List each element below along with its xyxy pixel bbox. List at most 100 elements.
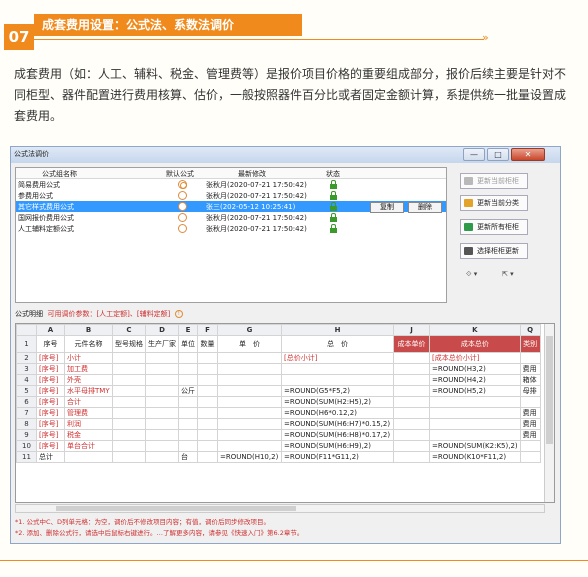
- table-cell[interactable]: 公斤: [178, 385, 198, 397]
- table-cell[interactable]: [197, 352, 218, 364]
- table-cell[interactable]: [112, 418, 146, 430]
- select-cabinet-update-button[interactable]: 选择柜柜更新: [460, 243, 528, 259]
- table-cell[interactable]: [429, 396, 521, 408]
- table-cell[interactable]: [序号]: [36, 396, 65, 408]
- table-cell[interactable]: [197, 451, 218, 463]
- header-cell[interactable]: 类别: [519, 335, 541, 353]
- table-cell[interactable]: =ROUND(H10,2): [217, 451, 282, 463]
- header-cell[interactable]: 生产厂家: [145, 335, 179, 353]
- formula-grid[interactable]: A B C D E F G H J K Q 1 序号 元件名称 型号规格 生产厂家 单位 数量单 价总 价成本单价…: [16, 324, 541, 463]
- table-cell[interactable]: [429, 407, 521, 419]
- table-cell[interactable]: [217, 440, 282, 452]
- table-cell[interactable]: [145, 418, 179, 430]
- table-cell[interactable]: [145, 451, 179, 463]
- header-cell[interactable]: 总 价: [281, 335, 394, 353]
- table-cell[interactable]: [197, 385, 218, 397]
- header-cell[interactable]: 成本单价: [393, 335, 430, 353]
- header-cell[interactable]: 单位: [178, 335, 198, 353]
- column-letter[interactable]: F: [197, 324, 218, 336]
- table-cell[interactable]: 母排: [519, 385, 541, 397]
- column-letter[interactable]: Q: [519, 324, 541, 336]
- table-cell[interactable]: [217, 352, 282, 364]
- table-cell[interactable]: =ROUND(SUM(K2:K5),2): [429, 440, 521, 452]
- table-cell[interactable]: [217, 429, 282, 441]
- table-cell[interactable]: [393, 418, 430, 430]
- table-cell[interactable]: [序号]: [36, 385, 65, 397]
- table-cell[interactable]: =ROUND(G5*F5,2): [281, 385, 394, 397]
- row-number[interactable]: 9: [16, 429, 37, 441]
- table-cell[interactable]: [178, 396, 198, 408]
- table-cell[interactable]: [393, 429, 430, 441]
- table-cell[interactable]: [197, 396, 218, 408]
- column-letter[interactable]: [16, 324, 37, 336]
- table-cell[interactable]: =ROUND(K10*F11,2): [429, 451, 521, 463]
- table-cell[interactable]: =ROUND(H6*0.12,2): [281, 407, 394, 419]
- column-letter[interactable]: E: [178, 324, 198, 336]
- table-cell[interactable]: =ROUND(SUM(H6:H9),2): [281, 440, 394, 452]
- table-cell[interactable]: [429, 418, 521, 430]
- table-cell[interactable]: [178, 363, 198, 375]
- table-cell[interactable]: 单台合计: [64, 440, 113, 452]
- row-number[interactable]: 2: [16, 352, 37, 364]
- table-cell[interactable]: 管理费: [64, 407, 113, 419]
- default-radio[interactable]: [178, 191, 187, 200]
- default-radio[interactable]: [178, 224, 187, 233]
- table-cell[interactable]: [197, 363, 218, 375]
- default-radio[interactable]: [178, 180, 187, 189]
- import-dropdown-button[interactable]: ⟐ ▾: [463, 267, 489, 281]
- list-item[interactable]: 参费用公式 张秋月(2020-07-21 17:50:42): [16, 190, 446, 201]
- default-radio[interactable]: [178, 202, 187, 211]
- header-cell[interactable]: 元件名称: [64, 335, 113, 353]
- row-number[interactable]: 1: [16, 335, 37, 353]
- list-item[interactable]: 简易费用公式 张秋月(2020-07-21 17:50:42): [16, 179, 446, 190]
- table-cell[interactable]: [成本总价小计]: [429, 352, 521, 364]
- table-cell[interactable]: [519, 352, 541, 364]
- list-item[interactable]: 人工辅料定额公式 张秋月(2020-07-21 17:50:42): [16, 223, 446, 234]
- close-button[interactable]: ✕: [511, 148, 545, 161]
- table-cell[interactable]: [393, 374, 430, 386]
- minimize-button[interactable]: —: [463, 148, 485, 161]
- column-letter[interactable]: J: [393, 324, 430, 336]
- table-cell[interactable]: [429, 429, 521, 441]
- column-letter[interactable]: H: [281, 324, 394, 336]
- column-letter[interactable]: A: [36, 324, 65, 336]
- update-current-category-button[interactable]: 更新当前分类: [460, 195, 528, 211]
- table-cell[interactable]: 税金: [64, 429, 113, 441]
- table-cell[interactable]: [197, 440, 218, 452]
- table-cell[interactable]: 台: [178, 451, 198, 463]
- table-cell[interactable]: [217, 363, 282, 375]
- table-cell[interactable]: [112, 374, 146, 386]
- export-dropdown-button[interactable]: ⇱ ▾: [499, 267, 525, 281]
- table-cell[interactable]: [197, 374, 218, 386]
- row-number[interactable]: 5: [16, 385, 37, 397]
- table-cell[interactable]: [112, 352, 146, 364]
- header-cell[interactable]: 数量: [197, 335, 218, 353]
- row-number[interactable]: 11: [16, 451, 37, 463]
- table-cell[interactable]: [178, 440, 198, 452]
- list-item[interactable]: 国网报价费用公式 张秋月(2020-07-21 17:50:42): [16, 212, 446, 223]
- table-cell[interactable]: [145, 396, 179, 408]
- table-cell[interactable]: 总计: [36, 451, 65, 463]
- row-number[interactable]: 3: [16, 363, 37, 375]
- table-cell[interactable]: [519, 440, 541, 452]
- table-cell[interactable]: [178, 418, 198, 430]
- table-cell[interactable]: 费用: [519, 418, 541, 430]
- table-cell[interactable]: 费用: [519, 429, 541, 441]
- table-cell[interactable]: [217, 385, 282, 397]
- vertical-scrollbar[interactable]: [544, 324, 554, 502]
- table-cell[interactable]: =ROUND(SUM(H2:H5),2): [281, 396, 394, 408]
- table-cell[interactable]: [393, 385, 430, 397]
- table-cell[interactable]: [112, 385, 146, 397]
- table-cell[interactable]: [序号]: [36, 418, 65, 430]
- list-item-selected[interactable]: 其它样式费用公式 张三(202-05-12 10:25:41) 复制 删除: [16, 201, 446, 213]
- table-cell[interactable]: [112, 429, 146, 441]
- formula-spreadsheet[interactable]: A B C D E F G H J K Q 1 序号 元件名称 型号规格 生产厂家 单位 数量单 价总 价成本单价…: [15, 323, 555, 503]
- table-cell[interactable]: [序号]: [36, 352, 65, 364]
- table-cell[interactable]: [145, 407, 179, 419]
- column-letter[interactable]: K: [429, 324, 521, 336]
- table-cell[interactable]: =ROUND(H4,2): [429, 374, 521, 386]
- row-number[interactable]: 10: [16, 440, 37, 452]
- update-current-cabinet-button[interactable]: 更新当前柜柜: [460, 173, 528, 189]
- table-cell[interactable]: 外壳: [64, 374, 113, 386]
- table-cell[interactable]: [序号]: [36, 429, 65, 441]
